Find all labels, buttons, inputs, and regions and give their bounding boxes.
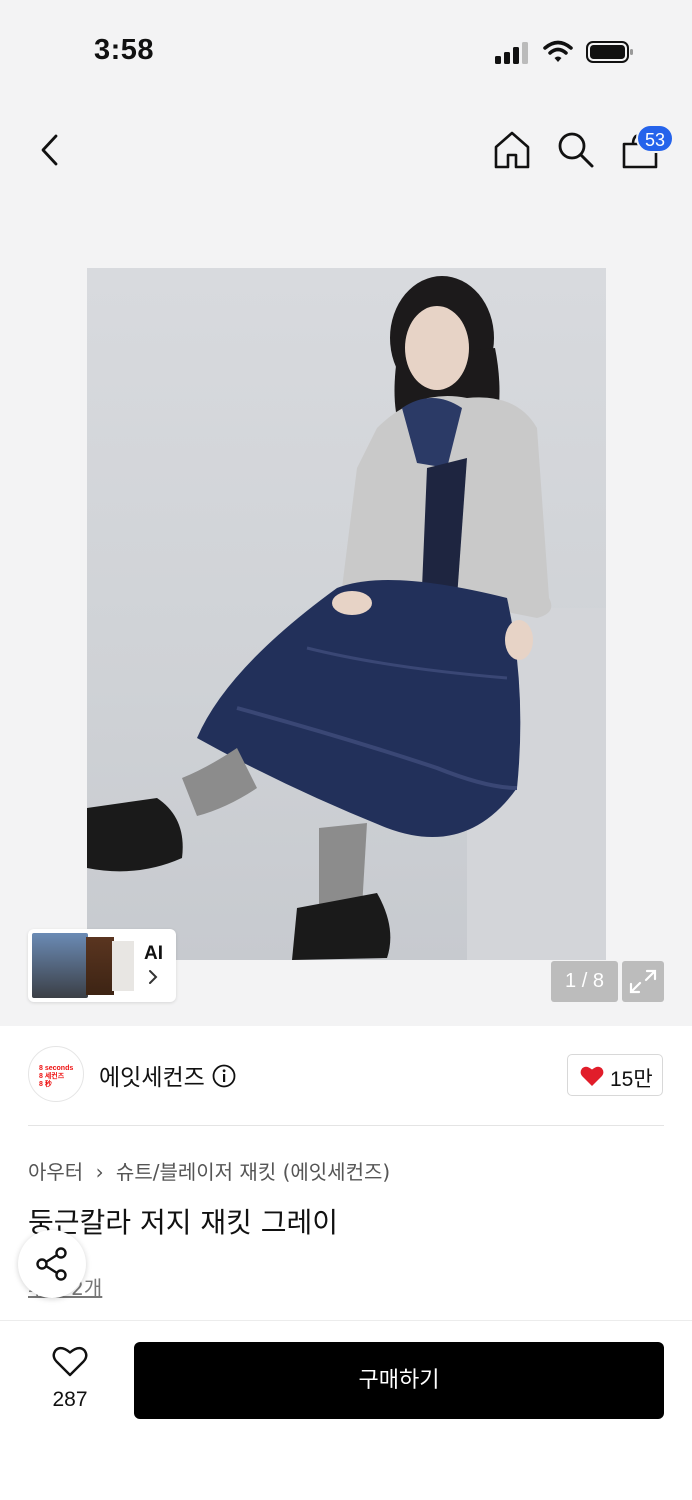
thumbnail-image [86,937,114,995]
ai-label: AI [144,943,163,964]
wifi-icon [543,40,573,62]
expand-icon [629,969,657,994]
brand-name[interactable]: 에잇세컨즈 [99,1058,205,1092]
breadcrumb: 아우터 › 슈트/블레이저 재킷 (에잇세컨즈) [28,1156,390,1185]
search-icon[interactable] [556,130,596,170]
expand-button[interactable] [622,961,664,1002]
status-time: 3:58 [94,34,155,66]
brand-logo-line: 8 秒 [39,1081,52,1088]
brand-logo-text: 8 seconds 8 세컨즈 8 秒 [39,1065,73,1089]
breadcrumb-item[interactable]: 아우터 [28,1160,83,1184]
share-button[interactable] [18,1230,86,1298]
signal-icon [495,42,528,64]
chevron-right-icon: › [95,1160,104,1184]
brand-logo-line: 8 세컨즈 [39,1073,65,1080]
breadcrumb-item[interactable]: 슈트/블레이저 재킷 (에잇세컨즈) [116,1160,390,1184]
chevron-right-icon [149,970,158,984]
product-title: 둥근칼라 저지 재킷 그레이 [28,1206,339,1239]
heart-filled-icon [580,1066,604,1086]
cart-count-badge: 53 [636,124,674,153]
status-bar: 3:58 [0,0,692,100]
heart-outline-icon [52,1347,88,1377]
brand-like-button[interactable]: 15만 [567,1054,663,1096]
ai-recommend-card[interactable]: AI [28,929,176,1002]
brand-like-count: 15만 [610,1068,653,1091]
wishlist-count: 287 [52,1388,88,1411]
product-image[interactable] [87,268,606,960]
product-photo-illustration [87,276,606,960]
home-icon[interactable] [493,130,531,170]
brand-logo-line: 8 seconds [39,1065,74,1072]
divider [0,1320,692,1321]
thumbnail-image [112,941,134,991]
info-icon[interactable] [212,1064,236,1088]
battery-icon [586,41,633,63]
share-icon [36,1247,67,1281]
image-pager: 1 / 8 [551,961,618,1002]
brand-logo[interactable]: 8 seconds 8 세컨즈 8 秒 [28,1046,84,1102]
thumbnail-image [32,933,88,998]
wishlist-button[interactable]: 287 [30,1344,110,1414]
back-icon[interactable] [38,134,62,166]
divider [28,1125,664,1126]
buy-button[interactable]: 구매하기 [134,1342,664,1419]
